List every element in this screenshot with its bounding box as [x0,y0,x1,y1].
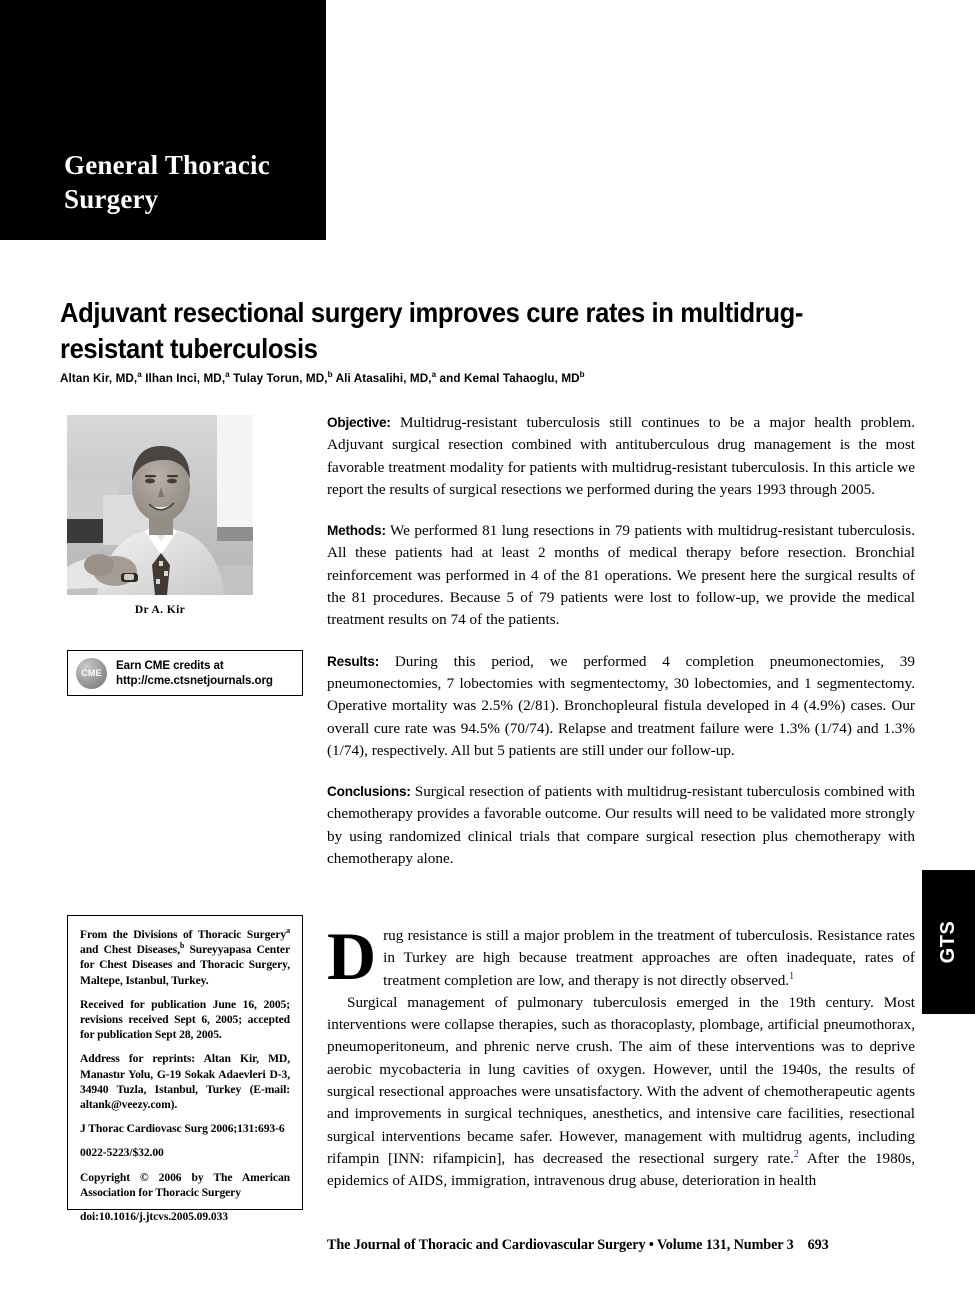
footnote-doi: doi:10.1016/j.jtcvs.2005.09.033 [80,1210,228,1224]
footnote-affiliation: From the Divisions of Thoracic Surgerya … [80,926,290,987]
author-5-affiliation-marker: b [579,368,585,379]
abstract-results-label: Results: [327,653,380,669]
page-footer: The Journal of Thoracic and Cardiovascul… [327,1237,915,1254]
reference-marker-1[interactable]: 1 [789,971,794,982]
abstract: Objective: Multidrug-resistant tuberculo… [327,412,915,889]
cme-url[interactable]: http://cme.ctsnetjournals.org [116,673,273,688]
section-title-line-2: Surgery [64,184,159,214]
body-paragraph-2-text-a: Surgical management of pulmonary tubercu… [327,993,915,1167]
footnote-issn-price: 0022-5223/$32.00 [80,1146,164,1160]
section-masthead-banner: General Thoracic Surgery [0,0,326,240]
author-list: Altan Kir, MD,a Ilhan Inci, MD,a Tulay T… [60,370,877,386]
footnote-reprint-address: Address for reprints: Altan Kir, MD, Man… [80,1052,290,1112]
author-1: Altan Kir, MD,a [60,368,142,385]
abstract-results-text: During this period, we performed 4 compl… [327,652,915,759]
author-portrait-photo [67,415,253,595]
author-2: Ilhan Inci, MD,a [141,368,230,385]
abstract-objective-label: Objective: [327,415,391,430]
footnote-copyright: Copyright © 2006 by The American Associa… [80,1170,290,1199]
cme-text: Earn CME credits at http://cme.ctsnetjou… [116,658,273,688]
cme-logo-icon: CME [76,657,107,689]
body-paragraph-1-text: rug resistance is still a major problem … [383,927,915,989]
footnote-citation: J Thorac Cardiovasc Surg 2006;131:693-6 [80,1122,285,1136]
cme-line-1: Earn CME credits at [116,659,224,672]
portrait-caption: Dr A. Kir [134,604,186,616]
section-title-line-1: General Thoracic [64,150,270,180]
author-4: Ali Atasalihi, MD,a [332,368,437,385]
body-paragraph-2: Surgical management of pulmonary tubercu… [327,992,915,1193]
gts-section-tab: GTS [922,870,975,1014]
author-3: Tulay Torun, MD,b [229,368,333,385]
cme-logo-label: CME [81,668,102,678]
affiliation-marker-a: a [286,926,290,936]
abstract-methods-text: We performed 81 lung resections in 79 pa… [327,522,915,629]
footer-journal-line: The Journal of Thoracic and Cardiovascul… [327,1237,794,1253]
footer-page-number: 693 [807,1237,829,1253]
portrait-illustration [67,415,253,595]
abstract-conclusions-text: Surgical resection of patients with mult… [327,783,915,868]
abstract-methods-label: Methods: [327,523,386,539]
abstract-objective-text: Multidrug-resistant tuberculosis still c… [327,414,915,498]
body-paragraph-1: Drug resistance is still a major problem… [327,918,915,994]
footnote-received-dates: Received for publication June 16, 2005; … [80,997,290,1042]
abstract-conclusions: Conclusions: Surgical resection of patie… [327,781,915,870]
article-title: Adjuvant resectional surgery improves cu… [60,297,803,365]
author-5: and Kemal Tahaoglu, MDb [436,368,585,385]
publication-info-box: From the Divisions of Thoracic Surgerya … [67,915,303,1223]
article-body: Drug resistance is still a major problem… [327,918,915,1193]
abstract-methods: Methods: We performed 81 lung resections… [327,520,915,631]
abstract-conclusions-label: Conclusions: [327,784,411,800]
cme-credits-box[interactable]: CME Earn CME credits at http://cme.ctsne… [67,650,303,696]
gts-section-tab-label: GTS [937,920,959,964]
section-title: General Thoracic Surgery [64,148,314,216]
abstract-results: Results: During this period, we performe… [327,651,915,762]
abstract-objective: Objective: Multidrug-resistant tuberculo… [327,412,915,501]
drop-cap: D [327,918,377,994]
